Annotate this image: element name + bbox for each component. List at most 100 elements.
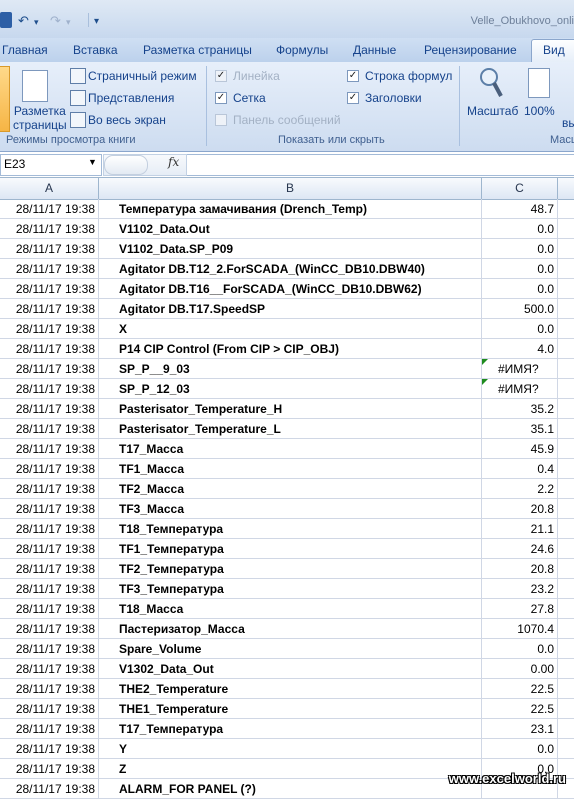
cell-value[interactable]: 4.0: [482, 339, 558, 359]
cell-timestamp[interactable]: 28/11/17 19:38: [0, 319, 99, 339]
cell-empty[interactable]: [558, 619, 574, 639]
cell-value[interactable]: 22.5: [482, 699, 558, 719]
cell-tag-name[interactable]: TF3_Температура: [99, 579, 482, 599]
cell-value[interactable]: 23.1: [482, 719, 558, 739]
cell-timestamp[interactable]: 28/11/17 19:38: [0, 539, 99, 559]
cell-timestamp[interactable]: 28/11/17 19:38: [0, 679, 99, 699]
cell-empty[interactable]: [558, 519, 574, 539]
cell-tag-name[interactable]: V1102_Data.Out: [99, 219, 482, 239]
cell-timestamp[interactable]: 28/11/17 19:38: [0, 639, 99, 659]
cell-tag-name[interactable]: V1102_Data.SP_P09: [99, 239, 482, 259]
tab-data[interactable]: Данные: [353, 43, 396, 57]
cell-value[interactable]: 0.0: [482, 219, 558, 239]
cell-timestamp[interactable]: 28/11/17 19:38: [0, 239, 99, 259]
name-box-dropdown-icon[interactable]: ▼: [88, 157, 97, 167]
cell-empty[interactable]: [558, 219, 574, 239]
cell-value[interactable]: 0.4: [482, 459, 558, 479]
cell-timestamp[interactable]: 28/11/17 19:38: [0, 659, 99, 679]
cell-empty[interactable]: [558, 459, 574, 479]
cell-tag-name[interactable]: SP_P_12_03: [99, 379, 482, 399]
cell-timestamp[interactable]: 28/11/17 19:38: [0, 779, 99, 799]
cell-value[interactable]: 22.5: [482, 679, 558, 699]
cell-empty[interactable]: [558, 239, 574, 259]
redo-icon[interactable]: ↷: [50, 13, 61, 28]
zoom-selection-button[interactable]: вы: [562, 116, 574, 130]
cell-value[interactable]: 0.0: [482, 639, 558, 659]
cell-empty[interactable]: [558, 259, 574, 279]
cell-timestamp[interactable]: 28/11/17 19:38: [0, 439, 99, 459]
cell-timestamp[interactable]: 28/11/17 19:38: [0, 579, 99, 599]
tab-page-layout[interactable]: Разметка страницы: [143, 43, 252, 57]
cell-tag-name[interactable]: Agitator DB.T17.SpeedSP: [99, 299, 482, 319]
cell-tag-name[interactable]: V1302_Data_Out: [99, 659, 482, 679]
page-layout-button[interactable]: Разметка страницы: [13, 104, 67, 132]
formula-bar-checkbox[interactable]: ✓: [347, 70, 359, 82]
cell-empty[interactable]: [558, 639, 574, 659]
tab-insert[interactable]: Вставка: [73, 43, 118, 57]
undo-dropdown-icon[interactable]: ▾: [34, 17, 39, 31]
tab-home[interactable]: Главная: [2, 43, 48, 57]
tab-formulas[interactable]: Формулы: [276, 43, 328, 57]
cell-empty[interactable]: [558, 499, 574, 519]
formula-bar-grip[interactable]: [104, 155, 148, 175]
cell-tag-name[interactable]: Agitator DB.T12_2.ForSCADA_(WinCC_DB10.D…: [99, 259, 482, 279]
column-header-c[interactable]: C: [482, 178, 558, 199]
normal-view-button[interactable]: [0, 66, 10, 132]
cell-tag-name[interactable]: P14 CIP Control (From CIP > CIP_OBJ): [99, 339, 482, 359]
formula-input[interactable]: [187, 154, 574, 176]
cell-empty[interactable]: [558, 319, 574, 339]
cell-value[interactable]: 0.0: [482, 319, 558, 339]
cell-empty[interactable]: [558, 199, 574, 219]
cell-empty[interactable]: [558, 539, 574, 559]
cell-tag-name[interactable]: T17_Температура: [99, 719, 482, 739]
cell-empty[interactable]: [558, 279, 574, 299]
cell-tag-name[interactable]: T17_Масса: [99, 439, 482, 459]
cell-empty[interactable]: [558, 479, 574, 499]
cell-value[interactable]: 35.2: [482, 399, 558, 419]
cell-empty[interactable]: [558, 419, 574, 439]
cell-tag-name[interactable]: THE2_Temperature: [99, 679, 482, 699]
cell-tag-name[interactable]: Пастеризатор_Масса: [99, 619, 482, 639]
ruler-checkbox[interactable]: ✓: [215, 70, 227, 82]
cell-tag-name[interactable]: TF1_Масса: [99, 459, 482, 479]
undo-icon[interactable]: ↶: [18, 13, 29, 28]
tab-view[interactable]: Вид: [543, 43, 565, 57]
cell-timestamp[interactable]: 28/11/17 19:38: [0, 399, 99, 419]
cell-value[interactable]: 500.0: [482, 299, 558, 319]
cell-empty[interactable]: [558, 359, 574, 379]
cell-empty[interactable]: [558, 559, 574, 579]
cell-timestamp[interactable]: 28/11/17 19:38: [0, 479, 99, 499]
cell-empty[interactable]: [558, 339, 574, 359]
cell-timestamp[interactable]: 28/11/17 19:38: [0, 619, 99, 639]
cell-tag-name[interactable]: TF2_Температура: [99, 559, 482, 579]
cell-empty[interactable]: [558, 599, 574, 619]
cell-empty[interactable]: [558, 699, 574, 719]
cell-timestamp[interactable]: 28/11/17 19:38: [0, 379, 99, 399]
cell-empty[interactable]: [558, 399, 574, 419]
cell-value[interactable]: 1070.4: [482, 619, 558, 639]
cell-tag-name[interactable]: Z: [99, 759, 482, 779]
cell-empty[interactable]: [558, 299, 574, 319]
cell-value[interactable]: 20.8: [482, 559, 558, 579]
cell-timestamp[interactable]: 28/11/17 19:38: [0, 499, 99, 519]
cell-value[interactable]: 0.0: [482, 279, 558, 299]
gridlines-checkbox[interactable]: ✓: [215, 92, 227, 104]
page-break-view-button[interactable]: Страничный режим: [88, 69, 197, 83]
save-icon[interactable]: [0, 12, 12, 28]
cell-tag-name[interactable]: Y: [99, 739, 482, 759]
cell-value[interactable]: 48.7: [482, 199, 558, 219]
cell-timestamp[interactable]: 28/11/17 19:38: [0, 519, 99, 539]
cell-value[interactable]: 24.6: [482, 539, 558, 559]
cell-empty[interactable]: [558, 719, 574, 739]
headings-checkbox[interactable]: ✓: [347, 92, 359, 104]
cell-value[interactable]: 0.0: [482, 259, 558, 279]
full-screen-button[interactable]: Во весь экран: [88, 113, 166, 127]
cell-timestamp[interactable]: 28/11/17 19:38: [0, 599, 99, 619]
cell-timestamp[interactable]: 28/11/17 19:38: [0, 419, 99, 439]
column-header-d[interactable]: [558, 178, 574, 199]
cell-empty[interactable]: [558, 739, 574, 759]
cell-tag-name[interactable]: T18_Масса: [99, 599, 482, 619]
cell-tag-name[interactable]: TF2_Масса: [99, 479, 482, 499]
cell-timestamp[interactable]: 28/11/17 19:38: [0, 459, 99, 479]
custom-views-button[interactable]: Представления: [88, 91, 174, 105]
